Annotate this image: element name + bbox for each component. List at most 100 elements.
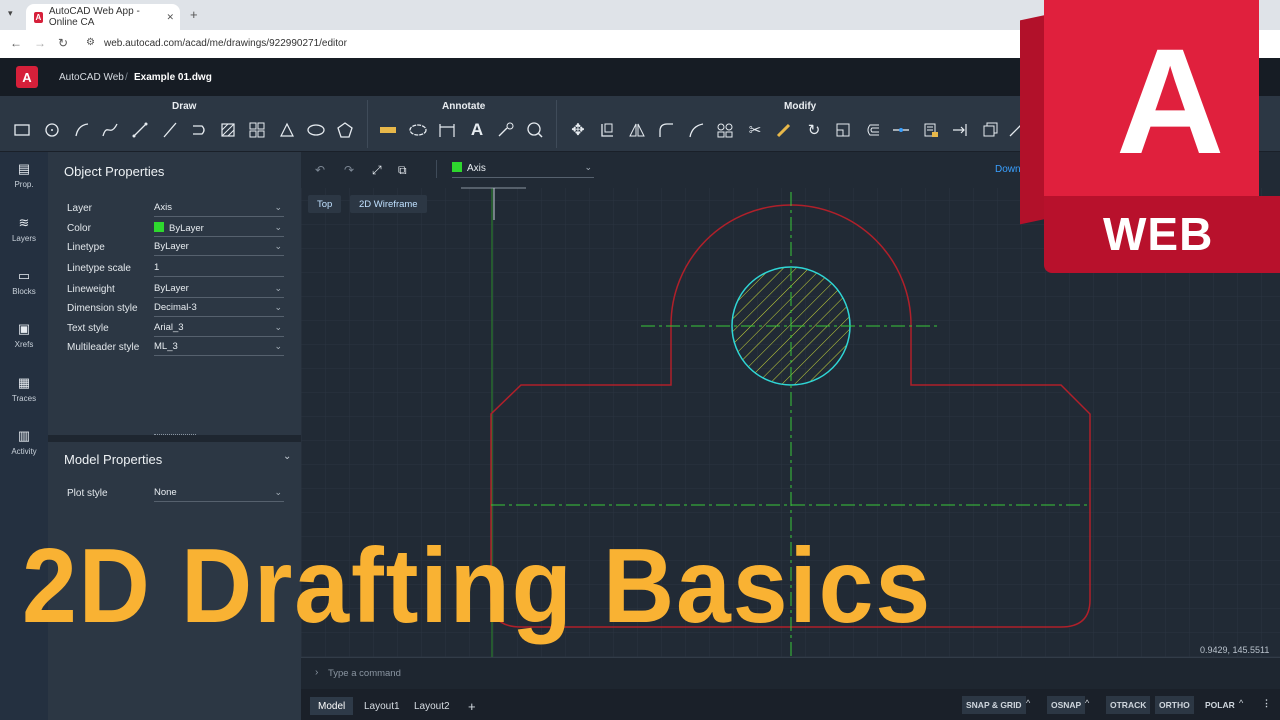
revision-cloud-icon[interactable] <box>408 120 428 140</box>
linetype-scale-input[interactable]: 1 <box>154 262 284 277</box>
view-top-button[interactable]: Top <box>308 195 342 213</box>
rail-item-properties[interactable]: ▤ Prop. <box>0 162 48 212</box>
extend-tool-icon[interactable] <box>950 120 970 140</box>
rectangle-tool-icon[interactable] <box>12 120 32 140</box>
fillet-tool-icon[interactable] <box>656 120 676 140</box>
select-value: Arial_3 <box>154 322 184 333</box>
polyline-loop-icon[interactable] <box>189 120 209 140</box>
boundary-tool-icon[interactable] <box>277 120 297 140</box>
autocad-logo-icon: A <box>16 66 38 88</box>
toolbar-divider <box>436 160 437 178</box>
erase-tool-icon[interactable] <box>774 120 794 140</box>
chevron-up-icon[interactable]: ^ <box>1239 698 1243 708</box>
circle-tool-icon[interactable] <box>42 120 62 140</box>
linetype-select[interactable]: ByLayer ⌄ <box>154 241 284 256</box>
snap-grid-button[interactable]: SNAP & GRID <box>962 696 1026 714</box>
rail-item-xrefs[interactable]: ▣ Xrefs <box>0 322 48 372</box>
property-label-linetype: Linetype <box>67 242 105 253</box>
lineweight-select[interactable]: ByLayer ⌄ <box>154 283 284 298</box>
undo-icon[interactable]: ↶ <box>315 163 325 177</box>
array-tool-icon[interactable] <box>247 120 267 140</box>
url-field[interactable]: web.autocad.com/acad/me/drawings/9229902… <box>104 38 347 49</box>
chevron-up-icon[interactable]: ^ <box>1026 698 1030 708</box>
color-select[interactable]: ByLayer ⌄ <box>154 222 284 237</box>
site-info-icon[interactable]: ⚙ <box>86 37 95 48</box>
browser-tab[interactable]: A AutoCAD Web App - Online CA ✕ <box>26 4 180 30</box>
osnap-button[interactable]: OSNAP <box>1047 696 1086 714</box>
new-tab-button[interactable]: + <box>190 7 198 22</box>
panel-resize-grip[interactable] <box>154 434 196 437</box>
hatch-tool-icon[interactable] <box>218 120 238 140</box>
command-input[interactable] <box>328 667 628 679</box>
layer-dropdown[interactable]: Axis ⌄ <box>452 162 594 178</box>
traces-icon: ▦ <box>17 375 31 390</box>
chevron-up-icon[interactable]: ^ <box>1085 698 1089 708</box>
ortho-button[interactable]: ORTHO <box>1155 696 1194 714</box>
measure-tool-icon[interactable] <box>378 120 398 140</box>
zoom-annotate-icon[interactable] <box>525 120 545 140</box>
chevron-down-icon: ⌄ <box>274 241 282 251</box>
download-button[interactable]: Downl <box>995 164 1023 175</box>
polyline-tool-icon[interactable] <box>130 120 150 140</box>
tab-close-icon[interactable]: ✕ <box>166 12 174 23</box>
dimension-style-select[interactable]: Decimal-3 ⌄ <box>154 302 284 317</box>
tab-model[interactable]: Model <box>310 697 354 715</box>
rotate-tool-icon[interactable]: ↻ <box>804 120 824 140</box>
app-name[interactable]: AutoCAD Web <box>59 72 124 83</box>
rail-item-blocks[interactable]: ▭ Blocks <box>0 269 48 319</box>
autocad-favicon-icon: A <box>34 11 43 23</box>
zoom-extents-icon[interactable]: ⤢ <box>372 163 382 178</box>
properties-match-icon[interactable] <box>921 120 941 140</box>
text-style-select[interactable]: Arial_3 ⌄ <box>154 322 284 337</box>
rail-item-activity[interactable]: ▥ Activity <box>0 429 48 479</box>
dimension-tool-icon[interactable] <box>437 120 457 140</box>
ribbon-divider <box>367 100 368 148</box>
select-value: ByLayer <box>154 241 189 252</box>
mirror-tool-icon[interactable] <box>627 120 647 140</box>
layers-icon: ≋ <box>18 215 30 230</box>
layer-select[interactable]: Axis ⌄ <box>154 202 284 217</box>
otrack-button[interactable]: OTRACK <box>1106 696 1151 714</box>
visual-style-button[interactable]: 2D Wireframe <box>350 195 427 213</box>
property-label-plot-style: Plot style <box>67 488 108 499</box>
text-tool-icon[interactable]: A <box>467 120 487 140</box>
zoom-window-icon[interactable]: ⧉ <box>398 163 407 178</box>
select-value: Axis <box>154 202 172 213</box>
scale-tool-icon[interactable] <box>833 120 853 140</box>
more-options-icon[interactable]: ⋮ <box>1262 698 1271 709</box>
badge-web-text: WEB <box>1103 208 1214 260</box>
ribbon-divider <box>556 100 557 148</box>
rail-item-label: Activity <box>11 447 37 456</box>
rail-item-traces[interactable]: ▦ Traces <box>0 376 48 426</box>
tab-layout2[interactable]: Layout2 <box>406 697 458 715</box>
collapse-chevron-icon[interactable]: ⌄ <box>283 451 291 462</box>
select-value: ByLayer <box>154 283 189 294</box>
ellipse-tool-icon[interactable] <box>306 120 326 140</box>
reload-icon[interactable]: ↻ <box>58 36 68 50</box>
tab-layout1[interactable]: Layout1 <box>356 697 408 715</box>
plot-style-select[interactable]: None ⌄ <box>154 487 284 502</box>
rail-item-layers[interactable]: ≋ Layers <box>0 216 48 266</box>
forward-icon[interactable]: → <box>34 36 46 50</box>
copy-tool-icon[interactable] <box>597 120 617 140</box>
tab-list-chevron-icon[interactable]: ▾ <box>8 8 13 19</box>
arc-tool-icon[interactable] <box>72 120 92 140</box>
command-chevron-icon: › <box>315 667 319 678</box>
move-tool-icon[interactable]: ✥ <box>568 120 588 140</box>
offset-tool-icon[interactable] <box>862 120 882 140</box>
group-tool-icon[interactable] <box>715 120 735 140</box>
back-icon[interactable]: ← <box>10 36 22 50</box>
add-layout-button[interactable]: + <box>460 697 484 715</box>
polar-button[interactable]: POLAR <box>1201 696 1239 714</box>
color-swatch <box>154 222 164 232</box>
line-tool-icon[interactable] <box>160 120 180 140</box>
chamfer-tool-icon[interactable] <box>686 120 706 140</box>
explode-tool-icon[interactable] <box>980 120 1000 140</box>
spline-tool-icon[interactable] <box>100 120 120 140</box>
multileader-style-select[interactable]: ML_3 ⌄ <box>154 341 284 356</box>
redo-icon[interactable]: ↷ <box>344 163 354 177</box>
trim-tool-icon[interactable]: ✂ <box>745 120 765 140</box>
polygon-tool-icon[interactable] <box>335 120 355 140</box>
join-tool-icon[interactable] <box>891 120 911 140</box>
leader-tool-icon[interactable] <box>496 120 516 140</box>
